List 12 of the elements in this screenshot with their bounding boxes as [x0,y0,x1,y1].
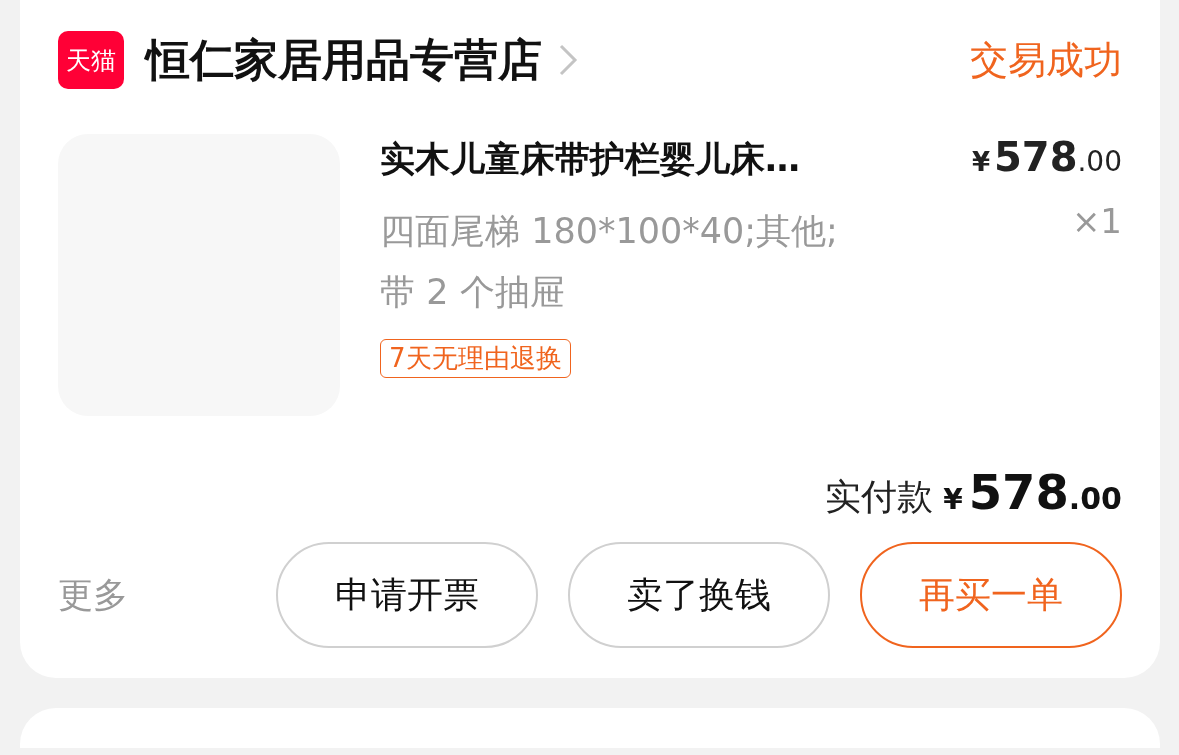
item-price: ¥578.00 [971,134,1122,180]
quantity: ×1 [1071,201,1122,243]
store-badge: 天猫 [58,31,124,89]
order-status: 交易成功 [970,36,1122,84]
return-tag: 7天无理由退换 [380,339,571,378]
chevron-right-icon[interactable] [558,43,578,77]
store-name[interactable]: 恒仁家居用品专营店 [146,30,542,90]
action-button[interactable]: 申请开票 [276,542,538,648]
total-paid: 实付款 ¥578.00 [824,464,1122,522]
action-button[interactable]: 卖了换钱 [568,542,830,648]
product-spec: 四面尾梯 180*100*40;其他; 带 2 个抽屉 [380,210,838,314]
product-title[interactable]: 实木儿童床带护栏婴儿床… [380,136,800,183]
